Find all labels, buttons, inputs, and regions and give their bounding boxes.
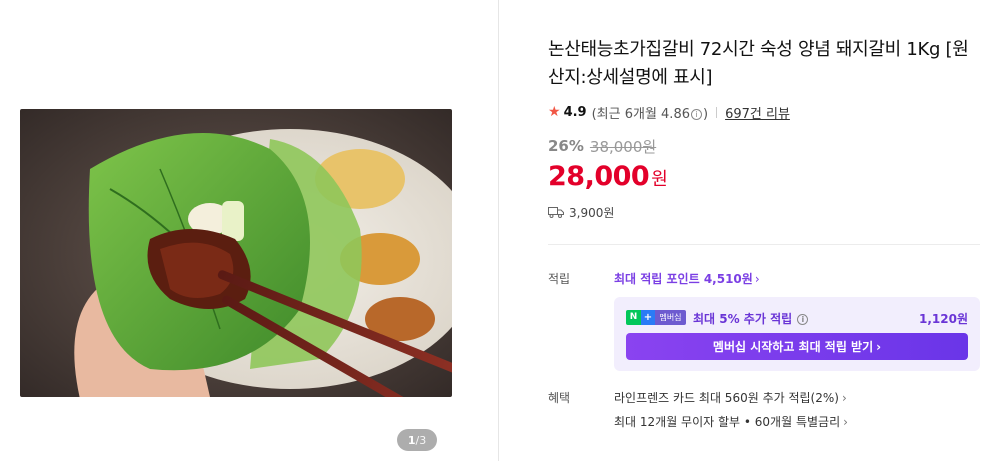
truck-icon xyxy=(548,207,564,218)
rating-value: 4.9 xyxy=(563,104,587,120)
discount-row: 26% 38,000원 xyxy=(548,136,980,156)
product-image[interactable] xyxy=(20,109,452,397)
benefit-item-text: 최대 12개월 무이자 할부 • 60개월 특별금리 xyxy=(614,415,841,429)
max-points-text: 최대 적립 포인트 4,510원 xyxy=(614,272,753,286)
membership-text: 최대 5% 추가 적립 xyxy=(693,312,793,326)
chevron-right-icon: › xyxy=(843,415,848,429)
rating-row: ★ 4.9 (최근 6개월 4.86 i) 697건 리뷰 xyxy=(548,102,980,122)
image-pager: 1 / 3 xyxy=(397,429,437,451)
chevron-right-icon: › xyxy=(841,391,847,405)
discount-rate: 26% xyxy=(548,137,584,155)
max-points-link[interactable]: 최대 적립 포인트 4,510원 › xyxy=(614,270,760,287)
rating-detail-suffix: ) xyxy=(703,106,709,122)
product-photo-illustration xyxy=(20,109,452,397)
benefit-item[interactable]: 최대 12개월 무이자 할부 • 60개월 특별금리 › xyxy=(614,413,848,430)
benefit-item[interactable]: 라인프렌즈 카드 최대 560원 추가 적립(2%) › xyxy=(614,389,847,406)
chevron-right-icon: › xyxy=(754,272,760,286)
section-divider xyxy=(548,244,980,245)
npay-membership-badge: N + 멤버십 xyxy=(626,310,686,325)
original-price: 38,000원 xyxy=(589,137,657,156)
membership-button-label: 멤버십 시작하고 최대 적립 받기 xyxy=(712,340,874,354)
info-icon[interactable]: i xyxy=(691,108,702,120)
sale-price: 28,000 xyxy=(548,161,650,192)
points-label: 적립 xyxy=(548,272,571,286)
product-info: 논산태능초가집갈비 72시간 숙성 양념 돼지갈비 1Kg [원산지:상세설명에… xyxy=(548,36,980,221)
membership-box: N + 멤버십 최대 5% 추가 적립 i 1,120원 멤버십 시작하고 최대… xyxy=(614,297,980,371)
info-icon[interactable]: i xyxy=(797,314,809,325)
membership-extra-points: 최대 5% 추가 적립 i xyxy=(693,310,809,327)
benefit-item-text: 라인프렌즈 카드 최대 560원 추가 적립(2%) xyxy=(614,391,839,405)
product-gallery: 1 / 3 xyxy=(0,0,499,461)
rating-detail-prefix: (최근 6개월 4.86 xyxy=(591,106,690,122)
price-unit: 원 xyxy=(651,169,668,190)
panel-divider xyxy=(498,0,499,461)
pager-current: 1 xyxy=(407,433,416,447)
separator xyxy=(716,106,718,118)
benefits-label: 혜택 xyxy=(548,391,571,405)
review-count-link[interactable]: 697건 리뷰 xyxy=(725,103,790,122)
membership-start-button[interactable]: 멤버십 시작하고 최대 적립 받기 › xyxy=(626,333,968,360)
pager-total: 3 xyxy=(419,433,427,447)
star-icon: ★ xyxy=(548,104,561,120)
naver-n-icon: N xyxy=(626,310,641,325)
rating-detail: (최근 6개월 4.86 i) xyxy=(592,103,708,122)
shipping-fee: 3,900원 xyxy=(569,205,615,220)
price-row: 28,000 원 xyxy=(548,161,980,195)
product-title: 논산태능초가집갈비 72시간 숙성 양념 돼지갈비 1Kg [원산지:상세설명에… xyxy=(548,39,969,88)
membership-amount: 1,120원 xyxy=(919,312,968,326)
badge-label: 멤버십 xyxy=(655,310,686,325)
chevron-right-icon: › xyxy=(876,339,882,354)
plus-icon: + xyxy=(641,310,655,325)
shipping-row: 3,900원 xyxy=(548,203,980,221)
